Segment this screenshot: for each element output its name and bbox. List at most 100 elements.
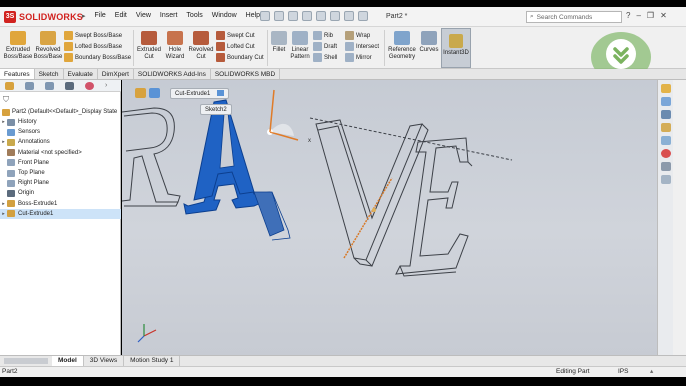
menu-window[interactable]: Window — [212, 12, 237, 20]
fillet-button[interactable]: Fillet — [270, 31, 288, 54]
appearances-icon[interactable] — [660, 149, 671, 158]
close-icon[interactable]: ✕ — [660, 11, 667, 20]
help-icon[interactable]: ? — [626, 11, 630, 20]
print-icon[interactable] — [302, 11, 312, 21]
options-icon[interactable] — [358, 11, 368, 21]
letterbox-bottom — [0, 377, 686, 386]
view-palette-icon[interactable] — [660, 136, 671, 145]
hole-wizard-button[interactable]: Hole Wizard — [163, 31, 187, 60]
solidworks-forum-icon[interactable] — [660, 175, 671, 184]
zoom-icon[interactable] — [149, 88, 160, 98]
sketch-line — [343, 177, 393, 259]
expand-icon[interactable]: ▸ — [0, 211, 7, 217]
part-icon — [2, 108, 10, 116]
draft-button[interactable]: Draft — [313, 41, 341, 52]
extruded-cut-button[interactable]: Extruded Cut — [136, 31, 162, 60]
menu-help[interactable]: Help — [246, 12, 260, 20]
tree-item-history[interactable]: ▸ History — [0, 117, 121, 127]
status-units[interactable]: IPS — [618, 367, 628, 377]
undo-icon[interactable] — [316, 11, 326, 21]
swept-boss-button[interactable]: Swept Boss/Base — [64, 30, 134, 41]
search-commands[interactable]: ⌕ Search Commands — [526, 11, 622, 23]
shell-button[interactable]: Shell — [313, 52, 341, 63]
feature-tree-icon[interactable] — [135, 88, 146, 98]
expand-icon[interactable]: ▸ — [0, 119, 7, 125]
display-manager-icon[interactable] — [85, 81, 94, 90]
tab-sketch[interactable]: Sketch — [35, 69, 64, 79]
menu-file[interactable]: File — [95, 12, 106, 20]
tab-evaluate[interactable]: Evaluate — [64, 69, 98, 79]
revolved-boss-button[interactable]: Revolved Boss/Base — [34, 31, 62, 60]
tree-item-origin[interactable]: Origin — [0, 188, 121, 198]
select-icon[interactable] — [330, 11, 340, 21]
menu-insert[interactable]: Insert — [160, 12, 178, 20]
feature-manager-icon[interactable] — [5, 81, 14, 90]
rebuild-icon[interactable] — [344, 11, 354, 21]
tree-item-boss-extrude1[interactable]: ▸ Boss-Extrude1 — [0, 199, 121, 209]
configuration-manager-icon[interactable] — [45, 81, 54, 90]
reference-geometry-button[interactable]: Reference Geometry — [387, 31, 417, 60]
curves-button[interactable]: Curves — [419, 31, 439, 54]
lofted-cut-button[interactable]: Lofted Cut — [216, 41, 268, 52]
intersect-icon — [345, 42, 354, 51]
tab-mbd[interactable]: SOLIDWORKS MBD — [211, 69, 281, 79]
dimxpert-manager-icon[interactable] — [65, 81, 74, 90]
save-icon[interactable] — [288, 11, 298, 21]
revolved-cut-button[interactable]: Revolved Cut — [188, 31, 214, 60]
restore-icon[interactable]: ❐ — [647, 11, 654, 20]
mirror-icon — [345, 53, 354, 62]
filter-icon[interactable]: ⛉ — [3, 95, 9, 105]
tab-model[interactable]: Model — [52, 356, 84, 366]
menu-view[interactable]: View — [136, 12, 151, 20]
tab-features[interactable]: Features — [0, 69, 35, 79]
custom-properties-icon[interactable] — [660, 162, 671, 171]
tab-3d-views[interactable]: 3D Views — [84, 356, 125, 366]
home-icon[interactable] — [660, 84, 671, 93]
tree-item-sensors[interactable]: Sensors — [0, 127, 121, 137]
tree-item-top-plane[interactable]: Top Plane — [0, 168, 121, 178]
menu-edit[interactable]: Edit — [115, 12, 127, 20]
manager-tabs: › — [0, 80, 121, 92]
tab-dimxpert[interactable]: DimXpert — [98, 69, 134, 79]
mirror-button[interactable]: Mirror — [345, 52, 383, 63]
instant3d-button[interactable]: Instant3D — [441, 28, 471, 68]
status-document: Part2 — [2, 368, 18, 375]
tree-item-right-plane[interactable]: Right Plane — [0, 178, 121, 188]
breadcrumb-sketch[interactable]: Sketch2 — [200, 104, 232, 115]
panel-expand-icon[interactable]: › — [105, 82, 107, 89]
tree-root[interactable]: Part2 (Default<<Default>_Display State — [2, 107, 120, 117]
menu-expand-icon[interactable]: ▸ — [82, 12, 86, 20]
lofted-boss-button[interactable]: Lofted Boss/Base — [64, 41, 134, 52]
resources-icon[interactable] — [660, 97, 671, 106]
rib-button[interactable]: Rib — [313, 30, 341, 41]
breadcrumb[interactable]: Cut-Extrude1 — [170, 88, 230, 99]
expand-icon[interactable]: ▸ — [0, 201, 7, 207]
scroll-tabs-icon[interactable] — [4, 358, 48, 364]
wrap-button[interactable]: Wrap — [345, 30, 383, 41]
tab-addins[interactable]: SOLIDWORKS Add-Ins — [134, 69, 211, 79]
boundary-cut-button[interactable]: Boundary Cut — [216, 52, 268, 63]
menu-tools[interactable]: Tools — [186, 12, 202, 20]
tree-item-front-plane[interactable]: Front Plane — [0, 158, 121, 168]
units-dropdown-icon[interactable]: ▴ — [650, 367, 653, 377]
intersect-button[interactable]: Intersect — [345, 41, 383, 52]
design-library-icon[interactable] — [660, 110, 671, 119]
boundary-boss-button[interactable]: Boundary Boss/Base — [64, 52, 134, 63]
expand-icon[interactable]: ▸ — [0, 139, 7, 145]
extruded-boss-button[interactable]: Extruded Boss/Base — [4, 31, 32, 60]
minimize-icon[interactable]: – — [636, 11, 640, 20]
swept-cut-button[interactable]: Swept Cut — [216, 30, 268, 41]
lofted-boss-icon — [64, 42, 73, 51]
new-icon[interactable] — [260, 11, 270, 21]
graphics-area[interactable]: x Cut-Extrude1 Sketch2 — [122, 80, 657, 355]
tab-motion-study[interactable]: Motion Study 1 — [124, 356, 181, 366]
tree-item-cut-extrude1[interactable]: ▸ Cut-Extrude1 — [0, 208, 121, 219]
linear-pattern-button[interactable]: Linear Pattern — [289, 31, 311, 60]
tree-item-material[interactable]: Material <not specified> — [0, 148, 121, 158]
open-icon[interactable] — [274, 11, 284, 21]
solidworks-logo[interactable]: 3S SOLIDWORKS — [4, 10, 83, 24]
file-explorer-icon[interactable] — [660, 123, 671, 132]
property-manager-icon[interactable] — [25, 81, 34, 90]
tree-item-annotations[interactable]: ▸ Annotations — [0, 137, 121, 147]
boundary-boss-label: Boundary Boss/Base — [75, 54, 132, 61]
